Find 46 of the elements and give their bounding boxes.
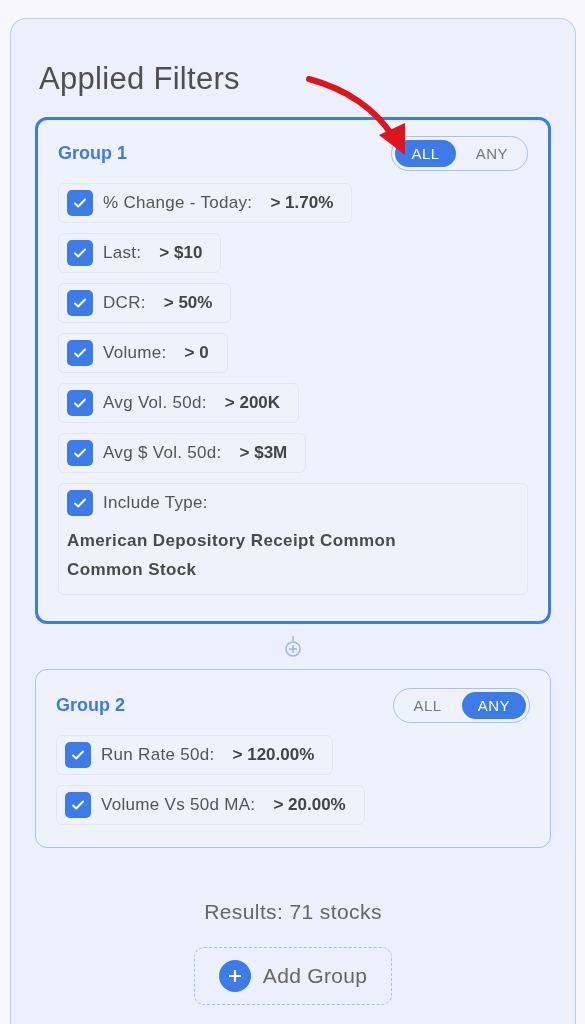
checkbox[interactable]	[67, 290, 93, 316]
filter-label: Avg $ Vol. 50d:	[103, 443, 222, 463]
filter-label: % Change - Today:	[103, 193, 253, 213]
checkbox[interactable]	[65, 742, 91, 768]
match-option[interactable]: ALL	[395, 140, 456, 167]
results-count: Results: 71 stocks	[203, 900, 383, 924]
checkmark-icon	[73, 396, 87, 410]
match-option[interactable]: ANY	[461, 692, 526, 719]
checkmark-icon	[73, 296, 87, 310]
filter-value: > 1.70%	[270, 193, 334, 213]
checkmark-icon	[71, 798, 85, 812]
match-option[interactable]: ANY	[459, 140, 524, 167]
checkmark-icon	[73, 246, 87, 260]
group-title: Group 2	[56, 695, 125, 716]
filter-label: Last:	[103, 243, 142, 263]
checkmark-icon	[73, 196, 87, 210]
add-group-button[interactable]: Add Group	[193, 947, 393, 1005]
checkbox[interactable]	[65, 792, 91, 818]
filter-value: > 0	[184, 343, 209, 363]
match-option[interactable]: ALL	[397, 692, 458, 719]
checkbox[interactable]	[67, 390, 93, 416]
filter-value: > 200K	[224, 393, 281, 413]
filter-label: Run Rate 50d:	[101, 745, 215, 765]
filter-label: Avg Vol. 50d:	[103, 393, 207, 413]
filter-label: Include Type:	[103, 493, 208, 513]
checkmark-icon	[73, 496, 87, 510]
checkbox[interactable]	[67, 440, 93, 466]
filter-label: Volume:	[103, 343, 167, 363]
plus-icon	[218, 960, 251, 992]
filter-value: > 20.00%	[273, 795, 346, 815]
filter-value: American Depository Receipt Common Common Stock	[67, 530, 398, 581]
checkmark-icon	[73, 446, 87, 460]
checkbox[interactable]	[67, 340, 93, 366]
filter-value: > $10	[159, 243, 203, 263]
checkbox[interactable]	[67, 490, 93, 516]
filter-label: Volume Vs 50d MA:	[101, 795, 256, 815]
group-title: Group 1	[58, 143, 127, 164]
filter-value: > 50%	[163, 293, 213, 313]
filter-value: > $3M	[239, 443, 288, 463]
checkbox[interactable]	[67, 190, 93, 216]
filter-label: DCR:	[103, 293, 146, 313]
checkbox[interactable]	[67, 240, 93, 266]
checkmark-icon	[73, 346, 87, 360]
checkmark-icon	[71, 748, 85, 762]
filter-value: > 120.00%	[232, 745, 315, 765]
panel-title: Applied Filters	[39, 61, 241, 97]
